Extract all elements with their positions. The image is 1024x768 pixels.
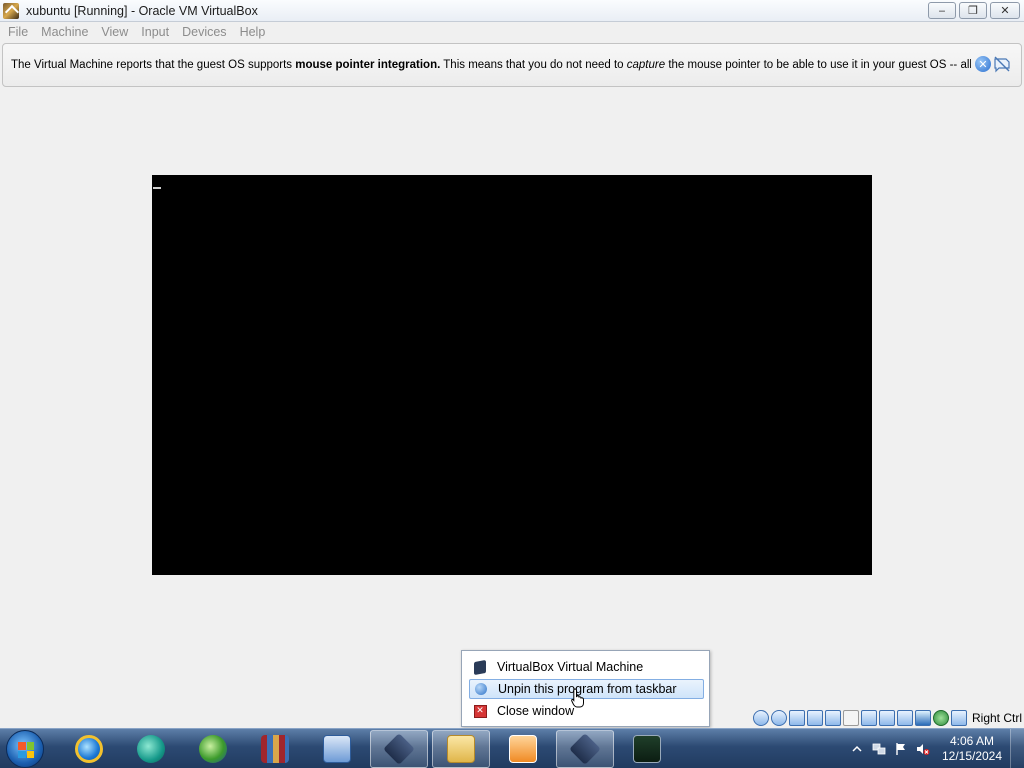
display-icon[interactable]	[860, 710, 877, 726]
virtualization-icon[interactable]	[914, 710, 931, 726]
notification-text-middle: This means that you do not need to	[440, 59, 627, 71]
action-center-flag-icon[interactable]	[894, 742, 908, 756]
windows-logo-icon	[18, 742, 34, 758]
video-capture-icon[interactable]	[878, 710, 895, 726]
close-button[interactable]: ✕	[990, 2, 1020, 19]
jump-item-virtualbox-vm[interactable]: VirtualBox Virtual Machine	[469, 657, 704, 677]
media-player-icon	[137, 735, 165, 763]
jump-item-label: Unpin this program from taskbar	[498, 682, 677, 696]
taskbar-winrar[interactable]	[246, 730, 304, 768]
volume-muted-icon[interactable]	[916, 742, 930, 756]
show-hidden-icons-icon[interactable]	[850, 742, 864, 756]
shared-folders-icon[interactable]	[842, 710, 859, 726]
jump-item-label: VirtualBox Virtual Machine	[497, 660, 644, 674]
keyboard-capture-icon[interactable]	[950, 710, 967, 726]
text-cursor	[153, 187, 161, 189]
hard-disk-icon[interactable]	[752, 710, 769, 726]
jump-item-label: Close window	[497, 704, 575, 718]
notification-text-bold: mouse pointer integration.	[295, 59, 441, 71]
menu-help[interactable]: Help	[235, 25, 271, 39]
usb-icon[interactable]	[824, 710, 841, 726]
notification-text-before: The Virtual Machine reports that the gue…	[11, 59, 296, 71]
audio-icon[interactable]	[788, 710, 805, 726]
task-manager-icon	[633, 735, 661, 763]
notification-text-italic: capture	[626, 59, 666, 71]
menu-devices[interactable]: Devices	[177, 25, 231, 39]
restore-button[interactable]: ❐	[959, 2, 987, 19]
taskbar-jump-list: VirtualBox Virtual Machine Unpin this pr…	[461, 650, 710, 727]
virtualbox-app-icon[interactable]	[3, 2, 19, 19]
virtualbox-icon	[472, 659, 488, 675]
mouse-integration-icon[interactable]	[932, 710, 949, 726]
taskbar-task-manager[interactable]	[618, 730, 676, 768]
suppress-message-icon[interactable]	[993, 55, 1011, 73]
clock-date: 12/15/2024	[941, 749, 1003, 763]
host-key-label: Right Ctrl	[971, 711, 1022, 725]
start-button[interactable]	[6, 730, 44, 768]
internet-explorer-icon	[75, 735, 103, 763]
notification-text-after: the mouse pointer to be able to use it i…	[668, 59, 971, 71]
menu-input[interactable]: Input	[136, 25, 174, 39]
winrar-icon	[261, 735, 289, 763]
vm-status-bar: Right Ctrl	[752, 709, 1022, 727]
taskbar-file-explorer[interactable]	[432, 730, 490, 768]
taskbar: 4:06 AM 12/15/2024	[0, 728, 1024, 768]
taskbar-media-center[interactable]	[494, 730, 552, 768]
virtualbox-manager-icon	[383, 733, 415, 765]
menu-view[interactable]: View	[96, 25, 133, 39]
minimize-button[interactable]: ‒	[928, 2, 956, 19]
taskbar-internet-explorer[interactable]	[60, 730, 118, 768]
show-desktop-button[interactable]	[1010, 729, 1024, 768]
notification-message: The Virtual Machine reports that the gue…	[11, 59, 971, 71]
system-tray: 4:06 AM 12/15/2024	[846, 729, 1024, 768]
menu-machine[interactable]: Machine	[36, 25, 93, 39]
taskbar-virtualbox-manager[interactable]	[370, 730, 428, 768]
menu-file[interactable]: File	[3, 25, 33, 39]
taskbar-download-manager[interactable]	[184, 730, 242, 768]
taskbar-media-player[interactable]	[122, 730, 180, 768]
virtualbox-vm-icon	[569, 733, 601, 765]
network-icon[interactable]	[806, 710, 823, 726]
recording-icon[interactable]	[896, 710, 913, 726]
jump-item-unpin[interactable]: Unpin this program from taskbar	[469, 679, 704, 699]
network-setup-icon	[323, 735, 351, 763]
title-bar: xubuntu [Running] - Oracle VM VirtualBox…	[0, 0, 1024, 22]
system-clock[interactable]: 4:06 AM 12/15/2024	[934, 734, 1010, 764]
file-explorer-icon	[447, 735, 475, 763]
clock-time: 4:06 AM	[949, 734, 995, 748]
close-window-icon: ✕	[472, 703, 488, 719]
window-title: xubuntu [Running] - Oracle VM VirtualBox	[26, 3, 258, 18]
hand-pointer-icon	[571, 688, 584, 708]
menu-bar: File Machine View Input Devices Help	[0, 22, 1024, 42]
mouse-integration-notification: The Virtual Machine reports that the gue…	[2, 43, 1022, 87]
close-notification-icon[interactable]: ✕	[975, 56, 991, 72]
jump-item-close-window[interactable]: ✕ Close window	[469, 701, 704, 721]
window-controls: ‒ ❐ ✕	[928, 2, 1020, 19]
taskbar-virtualbox-vm[interactable]	[556, 730, 614, 768]
taskbar-network-setup[interactable]	[308, 730, 366, 768]
network-status-icon[interactable]	[872, 742, 886, 756]
download-manager-icon	[199, 735, 227, 763]
vm-display[interactable]	[152, 175, 872, 575]
unpin-icon	[473, 681, 489, 697]
optical-drive-icon[interactable]	[770, 710, 787, 726]
media-center-icon	[509, 735, 537, 763]
